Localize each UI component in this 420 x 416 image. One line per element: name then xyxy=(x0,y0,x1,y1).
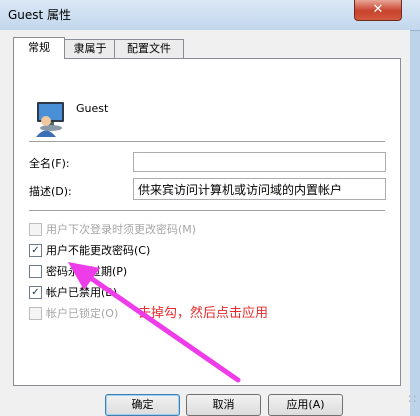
user-name: Guest xyxy=(76,102,109,115)
apply-button[interactable]: 应用(A) xyxy=(268,394,343,416)
tab-label: 配置文件 xyxy=(127,42,171,55)
checkbox-label: 帐户已锁定(O) xyxy=(46,307,119,320)
dialog-body: 常规 隶属于 配置文件 Guest 全名(F): 描述(D): 供来宾访问计算机… xyxy=(0,30,410,416)
checkbox-box xyxy=(29,306,42,320)
user-account-icon xyxy=(36,102,64,137)
tab-label: 常规 xyxy=(28,41,50,54)
description-input[interactable]: 供来宾访问计算机或访问域的内置帐户 xyxy=(133,178,386,200)
tab-general[interactable]: 常规 xyxy=(13,37,65,59)
window-title: Guest 属性 xyxy=(8,8,72,22)
account-disabled-checkbox[interactable]: ✓ 帐户已禁用(B) xyxy=(29,284,117,300)
cancel-button[interactable]: 取消 xyxy=(186,394,261,416)
checkbox-box xyxy=(29,222,42,236)
divider xyxy=(29,141,385,142)
close-button[interactable]: ✕ xyxy=(354,0,402,21)
tab-label: 隶属于 xyxy=(73,42,107,55)
checkbox-label: 用户不能更改密码(C) xyxy=(46,244,151,257)
checkbox-label: 帐户已禁用(B) xyxy=(46,286,118,299)
ok-button[interactable]: 确定 xyxy=(105,394,180,416)
checkmark-icon: ✓ xyxy=(29,243,42,257)
fullname-label: 全名(F): xyxy=(29,157,70,170)
account-locked-checkbox[interactable]: 帐户已锁定(O) xyxy=(29,305,118,321)
must-change-password-checkbox[interactable]: 用户下次登录时须更改密码(M) xyxy=(29,221,196,237)
checkbox-box xyxy=(29,264,42,278)
close-icon: ✕ xyxy=(372,2,384,17)
cannot-change-password-checkbox[interactable]: ✓ 用户不能更改密码(C) xyxy=(29,242,150,258)
password-never-expires-checkbox[interactable]: 密码永不过期(P) xyxy=(29,263,127,279)
tab-profile[interactable]: 配置文件 xyxy=(114,39,184,58)
checkbox-label: 密码永不过期(P) xyxy=(46,265,128,278)
watermark: ∷ xyxy=(408,392,416,406)
tab-member-of[interactable]: 隶属于 xyxy=(64,39,116,58)
divider xyxy=(29,210,385,211)
title-bar: Guest 属性 ✕ xyxy=(0,0,420,31)
description-label: 描述(D): xyxy=(29,185,72,198)
checkbox-label: 用户下次登录时须更改密码(M) xyxy=(46,223,197,236)
annotation-text: 去掉勾，然后点击应用 xyxy=(138,306,269,321)
general-panel: Guest 全名(F): 描述(D): 供来宾访问计算机或访问域的内置帐户 用户… xyxy=(13,58,401,386)
checkmark-icon: ✓ xyxy=(29,285,42,299)
fullname-input[interactable] xyxy=(133,152,386,172)
